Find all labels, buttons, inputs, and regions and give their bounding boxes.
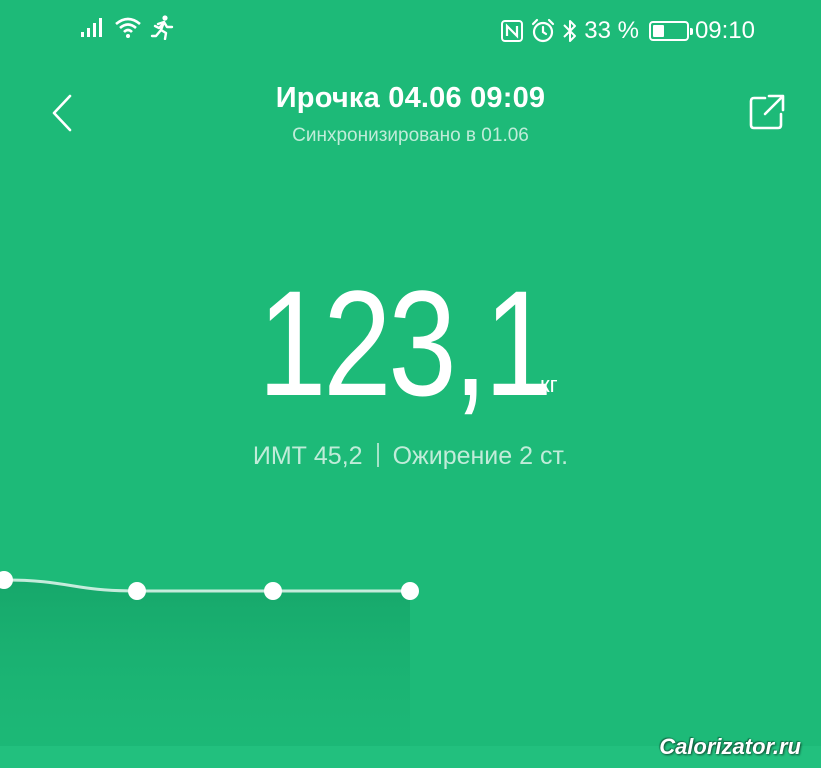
weight-unit: кг <box>540 372 558 397</box>
weight-value: 123,1 <box>258 259 553 427</box>
running-man-icon <box>150 15 174 40</box>
trend-point[interactable] <box>401 582 419 600</box>
wifi-icon <box>115 17 141 38</box>
page-title: Ирочка 04.06 09:09 <box>275 82 546 114</box>
divider <box>376 443 379 467</box>
bmi-value: ИМТ 45,2 <box>252 442 363 470</box>
status-time: 09:10 <box>694 17 755 44</box>
trend-point[interactable] <box>128 582 146 600</box>
trend-point[interactable] <box>264 582 282 600</box>
header: Ирочка 04.06 09:09 Синхронизировано в 01… <box>0 62 821 162</box>
share-button[interactable] <box>743 88 791 136</box>
battery-percent: 33 % <box>584 17 639 44</box>
nfc-icon <box>501 20 524 42</box>
trend-area <box>0 580 410 768</box>
status-left-icons <box>80 14 176 40</box>
watermark: Calorizator.ru <box>659 734 801 759</box>
obesity-category: Ожирение 2 ст. <box>392 442 569 470</box>
battery-fill <box>652 25 664 37</box>
battery-icon <box>648 21 693 41</box>
bmi-row: ИМТ 45,2 Ожирение 2 ст. <box>0 442 821 471</box>
alarm-icon <box>532 18 555 43</box>
sync-status: Синхронизировано в 01.06 <box>292 125 529 146</box>
status-bar: 33 % 09:10 <box>0 0 821 62</box>
bluetooth-icon <box>563 20 577 42</box>
share-icon <box>749 94 785 130</box>
status-right-icons: 33 % 09:10 <box>500 14 755 48</box>
weight-display: 123,1 кг <box>258 259 558 427</box>
signal-bars-icon <box>81 18 102 37</box>
